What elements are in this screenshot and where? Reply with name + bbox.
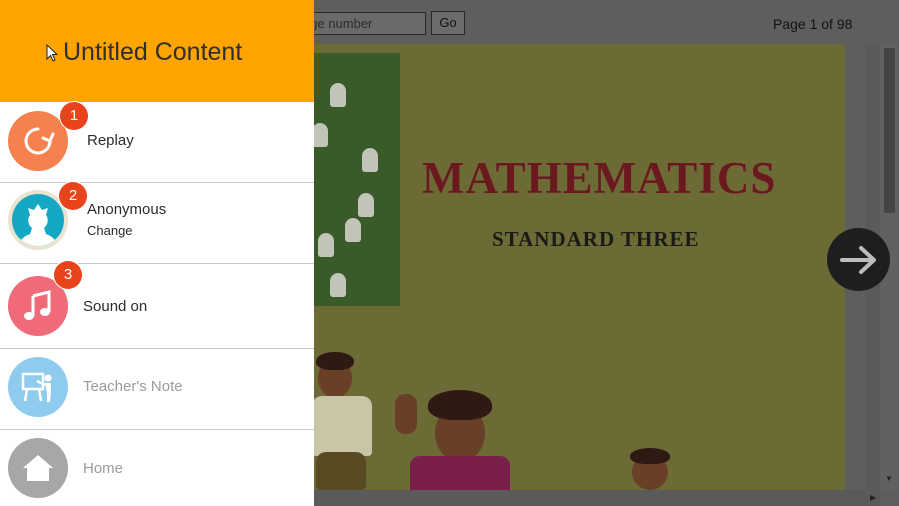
scroll-right-arrow-icon[interactable]: ▶	[870, 493, 876, 502]
menu-item-teachers-note[interactable]: Teacher's Note	[0, 349, 314, 430]
arrow-right-icon	[839, 245, 876, 274]
menu-item-sound[interactable]: Sound on	[0, 264, 314, 349]
menu-item-user[interactable]: Anonymous Change	[0, 183, 314, 264]
home-icon	[8, 438, 68, 498]
cover-illustration-panel	[300, 53, 400, 306]
menu-item-replay[interactable]: Replay	[0, 102, 314, 183]
side-menu: Untitled Content Replay 1 Anonymous Chan…	[0, 0, 314, 506]
scroll-down-arrow-icon[interactable]: ▼	[885, 474, 893, 483]
badge-3: 3	[54, 261, 82, 289]
book-subtitle: STANDARD THREE	[492, 227, 700, 251]
horizontal-scrollbar[interactable]	[300, 490, 880, 506]
book-cover-page: MATHEMATICS STANDARD THREE	[300, 44, 845, 490]
mouse-cursor-icon	[46, 44, 58, 62]
menu-item-label: Sound on	[83, 298, 148, 315]
badge-1: 1	[60, 102, 88, 130]
change-user-link[interactable]: Change	[87, 223, 133, 238]
book-title: MATHEMATICS	[422, 153, 777, 203]
menu-item-label: Home	[83, 460, 124, 477]
cover-illustration-children	[300, 344, 845, 490]
teacher-board-icon	[8, 357, 68, 417]
next-page-button[interactable]	[827, 228, 890, 291]
page-indicator: Page 1 of 98	[773, 16, 853, 32]
go-button[interactable]: Go	[431, 11, 465, 35]
menu-item-label: Teacher's Note	[83, 378, 183, 395]
menu-item-home[interactable]: Home	[0, 430, 314, 506]
menu-item-label: Replay	[87, 132, 134, 149]
user-name: Anonymous	[87, 201, 167, 218]
page-number-input[interactable]	[296, 12, 426, 35]
content-title: Untitled Content	[63, 38, 243, 66]
replay-icon	[8, 111, 68, 171]
menu-header: Untitled Content	[0, 0, 314, 102]
vertical-scroll-thumb[interactable]	[884, 48, 895, 213]
badge-2: 2	[59, 182, 87, 210]
